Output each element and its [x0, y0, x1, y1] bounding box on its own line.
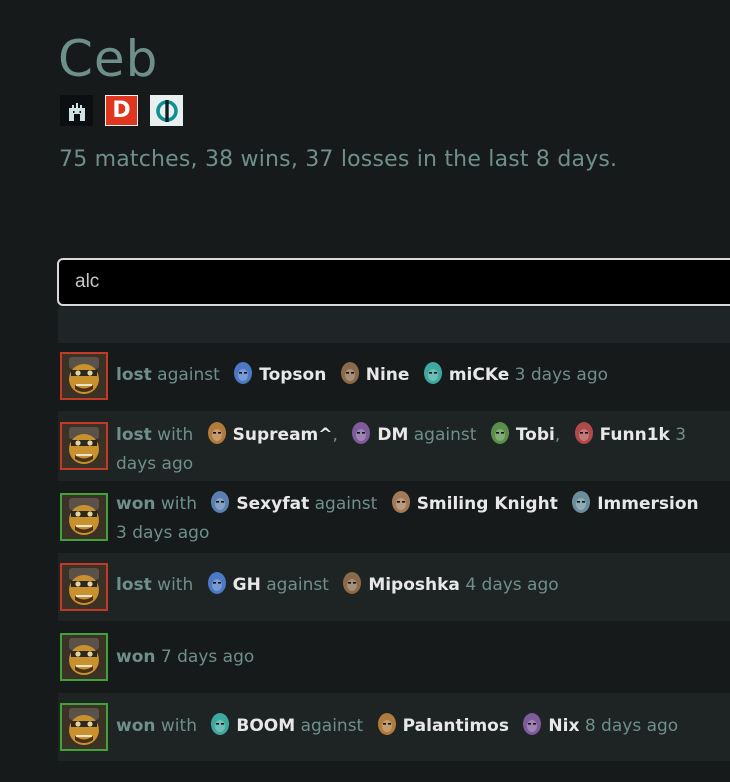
match-summary: 75 matches, 38 wins, 37 losses in the la…: [59, 147, 618, 172]
hero-icon: [211, 491, 230, 513]
with-label: with: [157, 425, 194, 445]
match-row[interactable]: won with BOOM against Palantimos Nix 8 d…: [58, 693, 730, 761]
ancient-apparition-icon: [574, 422, 593, 444]
alchemist-icon[interactable]: [60, 493, 108, 541]
match-result: won: [116, 494, 156, 514]
castle-icon[interactable]: [60, 95, 93, 126]
match-time: 8 days ago: [584, 716, 679, 736]
opponent-name: Immersion: [597, 494, 699, 514]
match-result: lost: [116, 365, 152, 385]
medusa-icon: [490, 422, 509, 444]
against-label: against: [266, 575, 329, 595]
against-label: against: [300, 716, 364, 736]
with-label: with: [157, 575, 194, 595]
match-time: 7 days ago: [160, 647, 255, 667]
against-label: against: [157, 365, 220, 385]
hero-filter-input[interactable]: [57, 258, 730, 306]
hero-icon: [343, 572, 362, 594]
hero-icon: [207, 422, 226, 444]
teammate-name: BOOM: [236, 716, 296, 736]
list-header-bar: [58, 307, 730, 343]
weaver-icon: [352, 422, 371, 444]
match-time: 3 days ago: [514, 365, 609, 385]
match-row[interactable]: won 7 days ago: [58, 623, 730, 691]
opponent-name: miCKe: [448, 365, 510, 385]
teammate-name: GH: [232, 575, 261, 595]
match-time: 3 days ago: [116, 523, 210, 543]
opendota-icon[interactable]: [150, 95, 183, 126]
opponent-name: Nix: [548, 716, 580, 736]
opponent-name: Smiling Knight: [416, 494, 558, 514]
match-history-page: Ceb D 75 matches, 38 wins, 37 losses in …: [0, 0, 730, 782]
match-result: lost: [116, 425, 152, 445]
teammate-name: Sexyfat: [236, 494, 310, 514]
hero-icon: [211, 713, 230, 735]
match-result: lost: [116, 575, 152, 595]
profile-links: D: [60, 95, 183, 126]
opponent-name: Funn1k: [599, 425, 670, 445]
match-time: 4 days ago: [465, 575, 559, 595]
separator: ,: [332, 425, 338, 445]
hero-icon: [572, 491, 591, 513]
opponent-name: Miposhka: [368, 575, 460, 595]
opponent-name: Nine: [365, 365, 410, 385]
against-label: against: [413, 425, 477, 445]
hero-icon: [523, 713, 542, 735]
alchemist-icon[interactable]: [60, 352, 108, 400]
with-label: with: [160, 716, 197, 736]
opponent-name: Tobi: [515, 425, 555, 445]
match-result: won: [116, 716, 156, 736]
against-label: against: [314, 494, 378, 514]
teammate-name: Supream^: [232, 425, 333, 445]
player-name: Ceb: [58, 30, 159, 88]
match-row[interactable]: lost with Supream^, DM against Tobi, Fun…: [58, 411, 730, 481]
match-row[interactable]: lost against Topson Nine miCKe 3 days ag…: [58, 343, 730, 409]
alchemist-icon[interactable]: [60, 422, 108, 470]
opponent-name: Topson: [259, 365, 327, 385]
match-row[interactable]: lost with GH against Miposhka 4 days ago: [58, 553, 730, 621]
monkey-king-icon: [423, 362, 442, 384]
teammate-name: DM: [377, 425, 409, 445]
arc-warden-icon: [234, 362, 253, 384]
hero-icon: [377, 713, 396, 735]
meepo-icon: [340, 362, 359, 384]
match-result: won: [116, 647, 156, 667]
alchemist-icon[interactable]: [60, 633, 108, 681]
dotabuff-icon[interactable]: D: [105, 95, 138, 126]
hero-icon: [207, 572, 226, 594]
match-row[interactable]: won with Sexyfat against Smiling Knight …: [58, 483, 730, 551]
with-label: with: [160, 494, 197, 514]
alchemist-icon[interactable]: [60, 563, 108, 611]
alchemist-icon[interactable]: [60, 703, 108, 751]
morphling-icon: [391, 491, 410, 513]
opponent-name: Palantimos: [402, 716, 509, 736]
separator: ,: [554, 425, 561, 445]
